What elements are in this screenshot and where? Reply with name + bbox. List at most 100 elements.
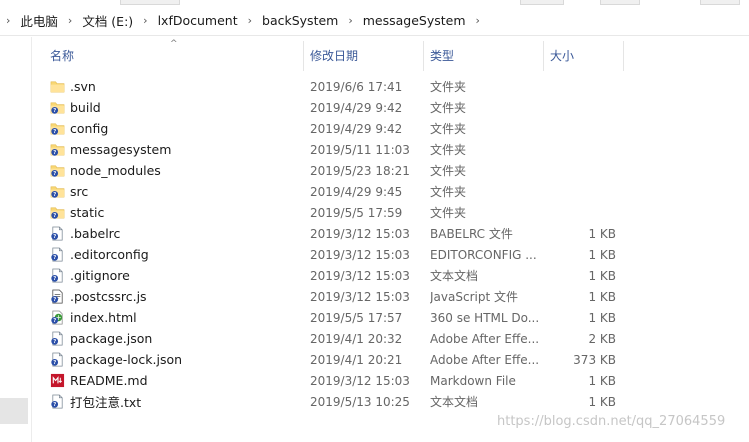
file-modified-date: 2019/5/23 18:21	[310, 163, 410, 178]
file-type: BABELRC 文件	[430, 227, 513, 241]
svg-text:?: ?	[53, 171, 56, 177]
file-name: node_modules	[70, 163, 161, 178]
folder-svn-icon: ?	[50, 142, 65, 157]
file-svn-icon: ?	[50, 331, 65, 346]
chevron-right-icon[interactable]: ›	[68, 14, 72, 27]
svg-text:?: ?	[53, 402, 56, 408]
file-name: index.html	[70, 310, 137, 325]
file-row[interactable]: ? build 2019/4/29 9:42 文件夹	[44, 97, 744, 118]
file-name: src	[70, 184, 89, 199]
file-size: 1 KB	[588, 289, 616, 304]
file-name: .babelrc	[70, 226, 121, 241]
svg-text:?: ?	[53, 129, 56, 135]
svg-text:?: ?	[53, 108, 56, 114]
file-row[interactable]: ? package-lock.json 2019/4/1 20:21 Adobe Af…	[44, 349, 744, 370]
file-modified-date: 2019/3/12 15:03	[310, 268, 410, 283]
file-name: build	[70, 100, 101, 115]
file-modified-date: 2019/3/12 15:03	[310, 247, 410, 262]
svg-text:?: ?	[53, 297, 56, 303]
file-row[interactable]: ? .postcssrc.js 2019/3/12 15:03 JavaScript …	[44, 286, 744, 307]
file-type: 文件夹	[430, 143, 467, 157]
file-row[interactable]: ? .babelrc 2019/3/12 15:03 BABELRC 文件 1 KB	[44, 223, 744, 244]
file-size: 1 KB	[588, 373, 616, 388]
chevron-right-icon[interactable]: ›	[476, 14, 480, 27]
file-modified-date: 2019/5/5 17:59	[310, 205, 403, 220]
file-row[interactable]: ? messagesystem 2019/5/11 11:03 文件夹	[44, 139, 744, 160]
file-type: 文件夹	[430, 80, 467, 94]
navigation-selected-item[interactable]	[0, 398, 28, 424]
file-type: 文件夹	[430, 164, 467, 178]
file-size: 1 KB	[588, 394, 616, 409]
file-size: 1 KB	[588, 226, 616, 241]
chevron-right-icon[interactable]: ›	[348, 14, 352, 27]
navigation-pane	[0, 37, 32, 442]
column-header-type[interactable]: 类型	[424, 41, 544, 71]
folder-svn-icon: ?	[50, 184, 65, 199]
file-row[interactable]: ? node_modules 2019/5/23 18:21 文件夹	[44, 160, 744, 181]
file-name: package-lock.json	[70, 352, 183, 367]
file-modified-date: 2019/6/6 17:41	[310, 79, 403, 94]
svg-text:?: ?	[53, 192, 56, 198]
file-modified-date: 2019/4/1 20:21	[310, 352, 403, 367]
file-size: 2 KB	[588, 331, 616, 346]
file-row[interactable]: ? config 2019/4/29 9:42 文件夹	[44, 118, 744, 139]
file-modified-date: 2019/3/12 15:03	[310, 373, 410, 388]
file-row[interactable]: README.md 2019/3/12 15:03 Markdown File 1 K…	[44, 370, 744, 391]
file-type: Adobe After Effe...	[430, 352, 540, 367]
breadcrumb-lxfdocument[interactable]: lxfDocument	[158, 13, 238, 28]
file-type: 文件夹	[430, 101, 467, 115]
breadcrumb-backsystem[interactable]: backSystem	[262, 13, 338, 28]
svg-text:?: ?	[53, 255, 56, 261]
file-name: config	[70, 121, 109, 136]
file-name: 打包注意.txt	[70, 395, 142, 410]
file-row[interactable]: ? .editorconfig 2019/3/12 15:03 EDITORCONFI…	[44, 244, 744, 265]
breadcrumb-this-pc[interactable]: 此电脑	[20, 11, 58, 30]
file-row[interactable]: ? static 2019/5/5 17:59 文件夹	[44, 202, 744, 223]
file-row[interactable]: .svn 2019/6/6 17:41 文件夹	[44, 76, 744, 97]
breadcrumb-drive-e[interactable]: 文档 (E:)	[82, 11, 133, 30]
file-name: .editorconfig	[70, 247, 149, 262]
file-modified-date: 2019/3/12 15:03	[310, 289, 410, 304]
file-type: Markdown File	[430, 373, 516, 388]
svg-text:?: ?	[53, 318, 56, 324]
column-header-row: ^ 名称 修改日期 类型 大小	[32, 39, 749, 71]
markdown-file-icon	[50, 373, 65, 388]
file-type: 文件夹	[430, 206, 467, 220]
folder-svn-icon: ?	[50, 121, 65, 136]
chevron-right-icon[interactable]: ›	[6, 14, 10, 27]
file-type: Adobe After Effe...	[430, 331, 540, 346]
file-modified-date: 2019/5/5 17:57	[310, 310, 403, 325]
file-type: EDITORCONFIG ...	[430, 247, 537, 262]
watermark: https://blog.csdn.net/qq_27064559	[497, 414, 726, 429]
js-file-icon: ?	[50, 289, 65, 304]
svg-text:?: ?	[53, 276, 56, 282]
file-row[interactable]: ? 打包注意.txt 2019/5/13 10:25 文本文档 1 KB	[44, 391, 744, 412]
svg-text:?: ?	[53, 339, 56, 345]
file-row[interactable]: ? src 2019/4/29 9:45 文件夹	[44, 181, 744, 202]
chevron-right-icon[interactable]: ›	[143, 14, 147, 27]
folder-svn-icon: ?	[50, 205, 65, 220]
file-svn-icon: ?	[50, 352, 65, 367]
file-name: README.md	[70, 373, 148, 388]
svg-text:?: ?	[53, 213, 56, 219]
file-row[interactable]: ? package.json 2019/4/1 20:32 Adobe After E…	[44, 328, 744, 349]
file-svn-icon: ?	[50, 247, 65, 262]
file-svn-icon: ?	[50, 226, 65, 241]
file-type: 文件夹	[430, 122, 467, 136]
html-file-icon: ?	[50, 310, 65, 325]
file-size: 373 KB	[573, 352, 616, 367]
file-row[interactable]: ? index.html 2019/5/5 17:57 360 se HTML Do.…	[44, 307, 744, 328]
file-row[interactable]: ? .gitignore 2019/3/12 15:03 文本文档 1 KB	[44, 265, 744, 286]
chevron-right-icon[interactable]: ›	[248, 14, 252, 27]
file-modified-date: 2019/4/29 9:42	[310, 100, 403, 115]
file-modified-date: 2019/4/29 9:42	[310, 121, 403, 136]
column-header-date[interactable]: 修改日期	[304, 41, 424, 71]
column-header-size[interactable]: 大小	[544, 41, 624, 71]
file-modified-date: 2019/4/29 9:45	[310, 184, 403, 199]
file-list: .svn 2019/6/6 17:41 文件夹? build 2019/4/29 9:4…	[44, 76, 744, 412]
file-svn-icon: ?	[50, 394, 65, 409]
svg-text:?: ?	[53, 360, 56, 366]
file-name: package.json	[70, 331, 153, 346]
column-header-name[interactable]: 名称	[44, 41, 304, 71]
breadcrumb-messagesystem[interactable]: messageSystem	[363, 13, 466, 28]
